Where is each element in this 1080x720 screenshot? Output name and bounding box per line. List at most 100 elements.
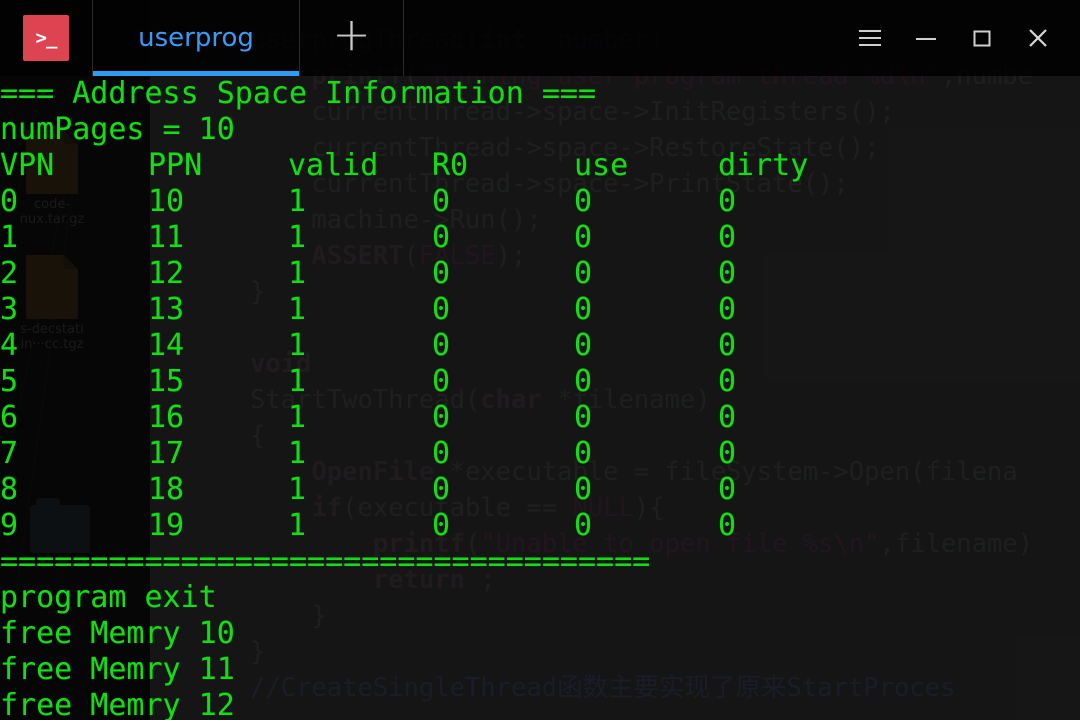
- terminal-header-line: === Address Space Information ===: [0, 76, 1080, 112]
- hamburger-icon: [859, 30, 881, 46]
- page-table-cell: 0: [432, 256, 451, 291]
- terminal-footer-line-text: program exit: [0, 580, 217, 615]
- page-table-cell: 9: [0, 508, 19, 543]
- page-table-cell: 0: [432, 184, 451, 219]
- maximize-button[interactable]: [954, 10, 1010, 66]
- page-table-cell: 1: [288, 292, 307, 327]
- page-table-cell: 0: [432, 364, 451, 399]
- tab-userprog[interactable]: userprog: [92, 0, 300, 76]
- page-table-cell: 0: [718, 292, 737, 327]
- page-table-cell: 0: [574, 472, 593, 507]
- page-table-row: 9 19 1 0 0 0: [0, 508, 1080, 544]
- page-table-cell: 0: [574, 508, 593, 543]
- page-table-row: 7 17 1 0 0 0: [0, 436, 1080, 472]
- terminal-numpages-line: numPages = 10: [0, 112, 1080, 148]
- terminal-numpages-line-text: numPages = 10: [0, 112, 235, 147]
- page-table-row: 3 13 1 0 0 0: [0, 292, 1080, 328]
- page-table-row: 6 16 1 0 0 0: [0, 400, 1080, 436]
- page-table-cell: 0: [718, 220, 737, 255]
- page-table-cell: 0: [574, 256, 593, 291]
- page-table-cell: 10: [148, 184, 185, 219]
- terminal-footer-line: free Memry 11: [0, 652, 1080, 688]
- page-table-cell: 0: [432, 472, 451, 507]
- page-table-cell: 15: [148, 364, 185, 399]
- terminal-window[interactable]: >_ userprog + === Address Space Informat…: [0, 0, 1080, 720]
- titlebar-spacer: [404, 0, 842, 76]
- page-table-cell: 1: [288, 364, 307, 399]
- page-table-row: 1 11 1 0 0 0: [0, 220, 1080, 256]
- terminal-header-line-text: === Address Space Information ===: [0, 76, 597, 111]
- page-table-cell: 1: [288, 220, 307, 255]
- terminal-footer-line-text: free Memry 11: [0, 652, 235, 687]
- page-table-cell: 0: [432, 508, 451, 543]
- terminal-text: === Address Space Information === numPage…: [0, 76, 1080, 720]
- terminal-footer-line: free Memry 10: [0, 616, 1080, 652]
- page-table-cell: 0: [718, 436, 737, 471]
- page-table-cell: 2: [0, 256, 19, 291]
- page-table-cell: 1: [288, 256, 307, 291]
- terminal-footer-line-text: free Memry 12: [0, 688, 235, 720]
- page-table-row: 2 12 1 0 0 0: [0, 256, 1080, 292]
- page-table-cell: 13: [148, 292, 185, 327]
- page-table-cell: 16: [148, 400, 185, 435]
- page-table-cell: 0: [574, 220, 593, 255]
- titlebar: >_ userprog +: [0, 0, 1080, 76]
- page-table-cell: 0: [574, 364, 593, 399]
- close-button[interactable]: [1010, 10, 1066, 66]
- terminal-footer-line: program exit: [0, 580, 1080, 616]
- minimize-icon: [916, 38, 936, 40]
- page-table-cell: 18: [148, 472, 185, 507]
- page-table-cell: 0: [718, 364, 737, 399]
- page-table-header-cell: valid: [288, 148, 379, 183]
- page-table-cell: 0: [718, 256, 737, 291]
- page-table-cell: 8: [0, 472, 19, 507]
- new-tab-button[interactable]: +: [300, 0, 404, 76]
- page-table-header-cell: use: [574, 148, 629, 183]
- page-table-cell: 1: [288, 328, 307, 363]
- terminal-output-area[interactable]: === Address Space Information === numPage…: [0, 76, 1080, 720]
- page-table-header-cell: VPN: [0, 148, 55, 183]
- page-table-header-row: VPN PPN valid R0 use dirty: [0, 148, 1080, 184]
- page-table-cell: 7: [0, 436, 19, 471]
- menu-button[interactable]: [842, 10, 898, 66]
- window-controls: [842, 0, 1080, 76]
- app-icon-container: >_: [0, 0, 92, 76]
- page-table-header-cell: dirty: [718, 148, 809, 183]
- terminal-separator-line-text: ====================================: [0, 544, 651, 579]
- page-table-cell: 1: [288, 184, 307, 219]
- terminal-separator-line: ====================================: [0, 544, 1080, 580]
- page-table-cell: 0: [718, 328, 737, 363]
- page-table-cell: 0: [574, 328, 593, 363]
- page-table-cell: 0: [432, 400, 451, 435]
- page-table-cell: 5: [0, 364, 19, 399]
- page-table-cell: 11: [148, 220, 185, 255]
- page-table-cell: 17: [148, 436, 185, 471]
- terminal-prompt-icon: >_: [23, 15, 69, 61]
- page-table-cell: 0: [0, 184, 19, 219]
- page-table-row: 8 18 1 0 0 0: [0, 472, 1080, 508]
- page-table-cell: 0: [432, 328, 451, 363]
- page-table-cell: 0: [574, 400, 593, 435]
- page-table-cell: 0: [432, 292, 451, 327]
- page-table-cell: 1: [288, 508, 307, 543]
- page-table-cell: 1: [288, 436, 307, 471]
- page-table-cell: 0: [718, 400, 737, 435]
- page-table-cell: 6: [0, 400, 19, 435]
- page-table-cell: 1: [288, 400, 307, 435]
- page-table-cell: 3: [0, 292, 19, 327]
- terminal-footer-line-text: free Memry 10: [0, 616, 235, 651]
- page-table-cell: 0: [718, 184, 737, 219]
- page-table-cell: 0: [574, 292, 593, 327]
- page-table-header-cell: R0: [432, 148, 469, 183]
- page-table-cell: 1: [288, 472, 307, 507]
- page-table-header-cell: PPN: [148, 148, 203, 183]
- minimize-button[interactable]: [898, 10, 954, 66]
- page-table-cell: 0: [574, 436, 593, 471]
- page-table-row: 5 15 1 0 0 0: [0, 364, 1080, 400]
- page-table-cell: 4: [0, 328, 19, 363]
- tab-label: userprog: [138, 23, 254, 53]
- terminal-footer-line: free Memry 12: [0, 688, 1080, 720]
- page-table-row: 4 14 1 0 0 0: [0, 328, 1080, 364]
- page-table-cell: 0: [432, 220, 451, 255]
- page-table-cell: 1: [0, 220, 19, 255]
